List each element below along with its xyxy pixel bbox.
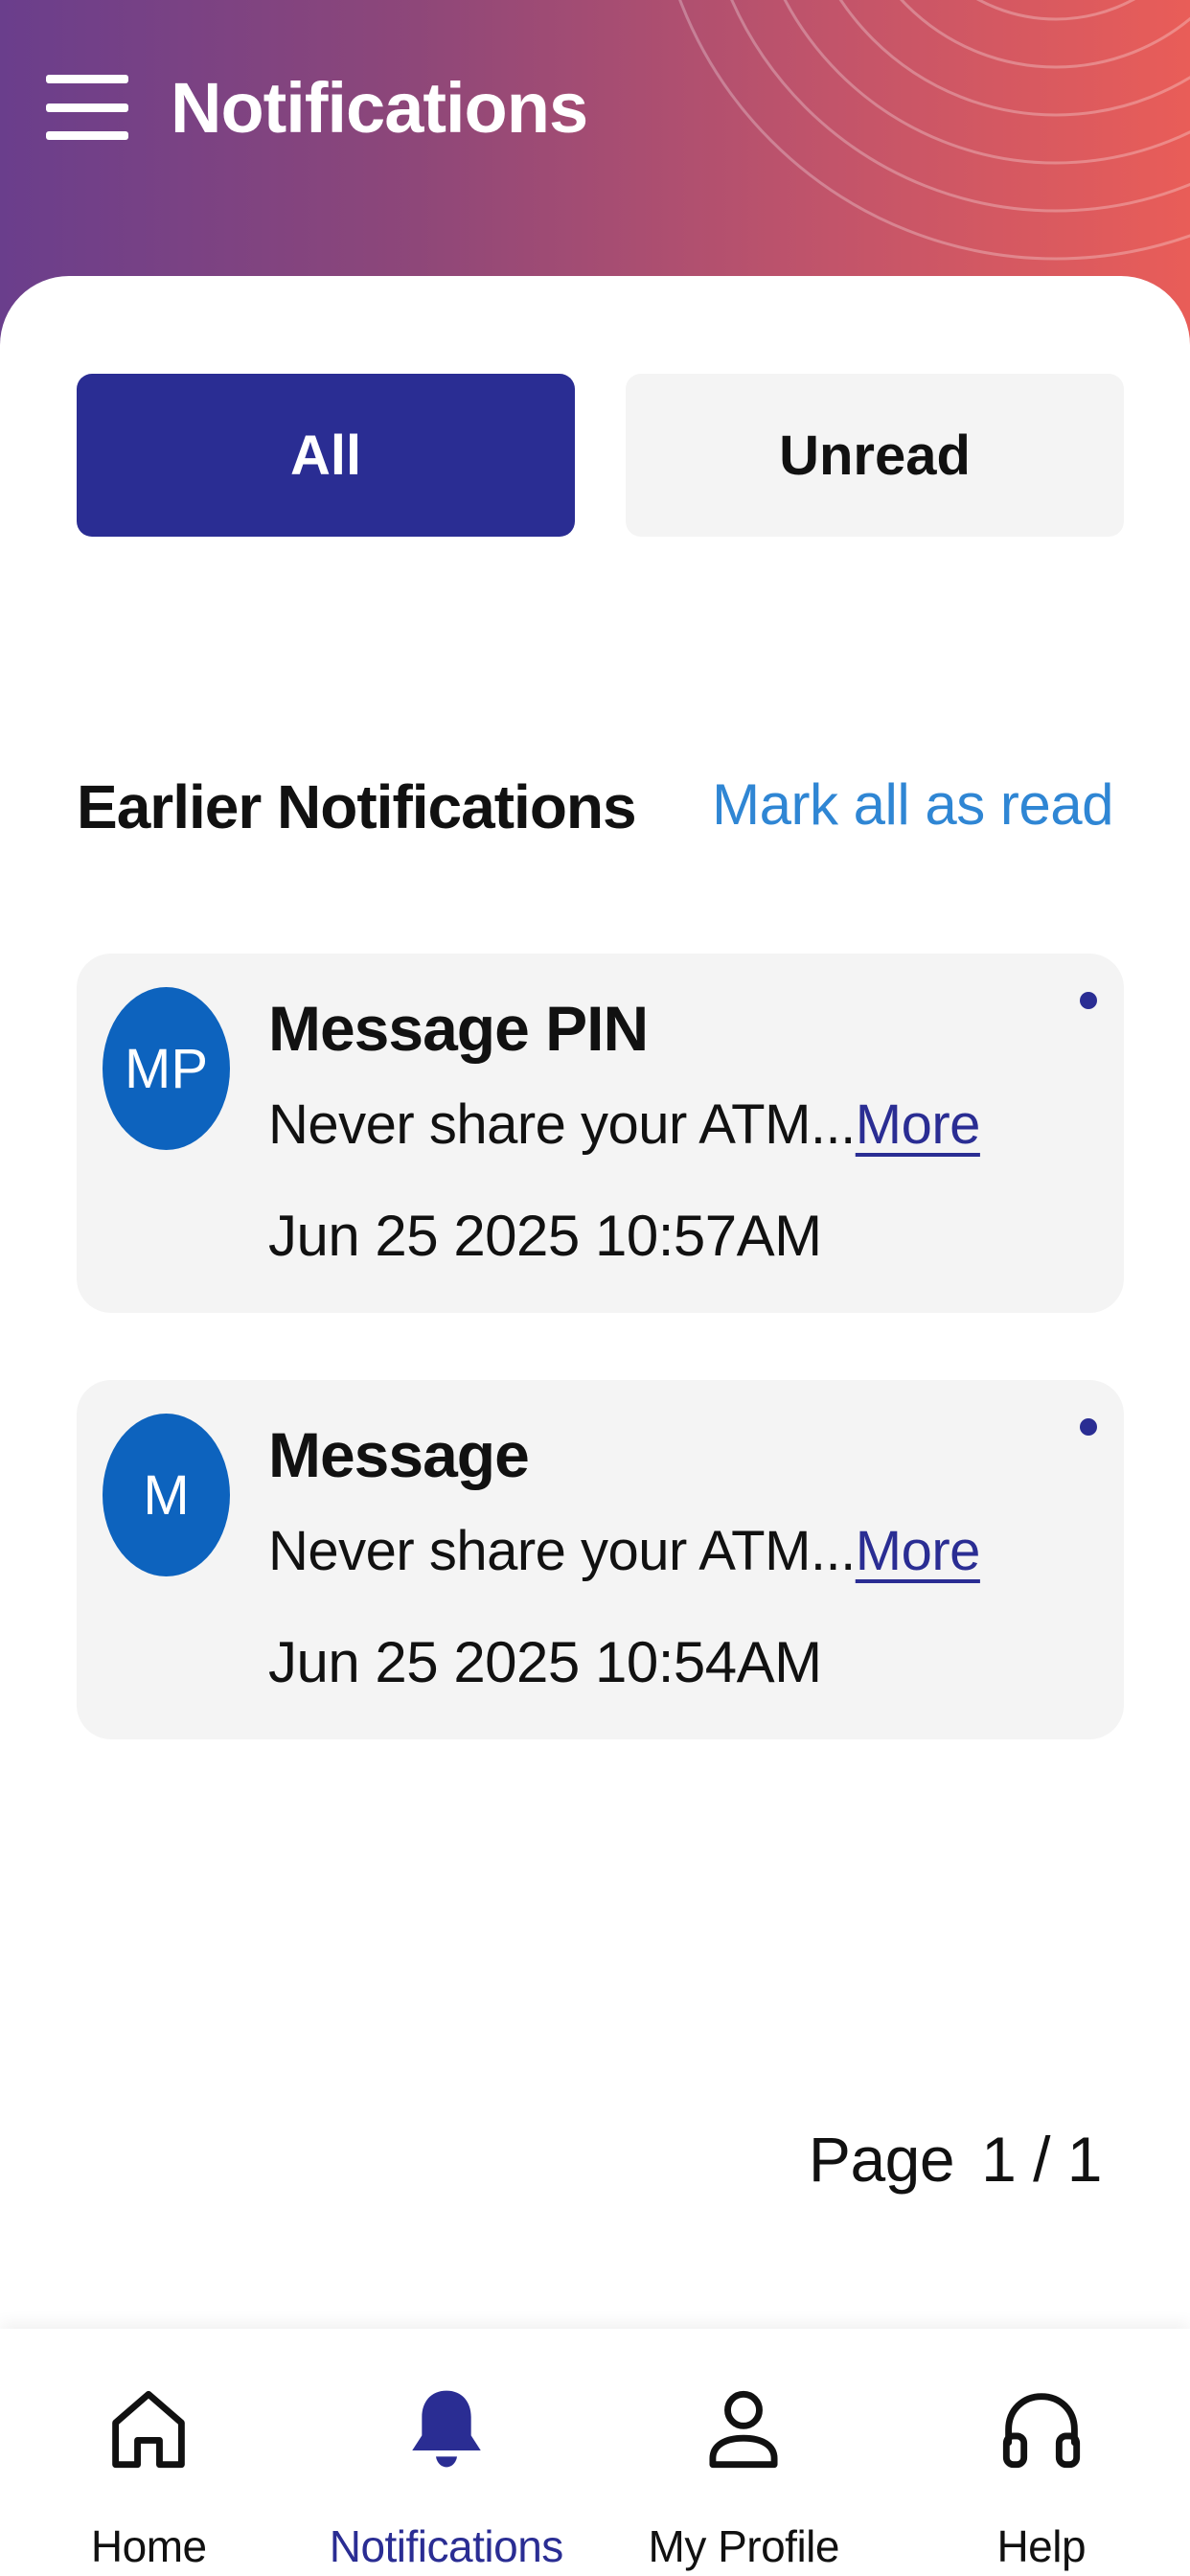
notification-title: Message — [268, 1419, 530, 1490]
notification-preview-text: Never share your ATM... — [268, 1520, 856, 1582]
unread-dot-icon — [1080, 992, 1097, 1009]
nav-item-notifications[interactable]: Notifications — [298, 2329, 596, 2576]
notification-preview: Never share your ATM...More — [268, 1092, 980, 1157]
nav-item-help[interactable]: Help — [893, 2329, 1190, 2576]
more-link[interactable]: More — [856, 1093, 981, 1156]
headphones-icon — [1002, 2393, 1080, 2469]
user-icon — [709, 2390, 778, 2469]
pagination-value: 1 / 1 — [981, 2124, 1102, 2195]
notification-date: Jun 25 2025 10:57AM — [268, 1204, 822, 1268]
section-title: Earlier Notifications — [77, 772, 637, 841]
hamburger-menu-icon[interactable] — [46, 75, 128, 140]
nav-label: Notifications — [329, 2521, 564, 2571]
nav-label: Home — [90, 2521, 207, 2571]
avatar: M — [103, 1414, 230, 1576]
nav-item-my-profile[interactable]: My Profile — [595, 2329, 893, 2576]
avatar: MP — [103, 987, 230, 1150]
nav-item-home[interactable]: Home — [0, 2329, 298, 2576]
nav-label: My Profile — [648, 2521, 840, 2571]
notification-title: Message PIN — [268, 993, 649, 1064]
bell-icon — [412, 2390, 481, 2468]
notification-date: Jun 25 2025 10:54AM — [268, 1630, 822, 1694]
menu-bar — [46, 131, 128, 140]
notification-preview-text: Never share your ATM... — [268, 1093, 856, 1156]
pagination-label: Page — [808, 2124, 955, 2195]
more-link[interactable]: More — [856, 1520, 981, 1582]
menu-bar — [46, 75, 128, 83]
notification-card[interactable]: M Message Never share your ATM...More Ju… — [77, 1380, 1124, 1739]
menu-bar — [46, 103, 128, 112]
tab-all[interactable]: All — [77, 374, 575, 537]
nav-label: Help — [996, 2521, 1087, 2571]
home-icon — [112, 2390, 186, 2469]
mark-all-as-read-link[interactable]: Mark all as read — [712, 771, 1113, 838]
notification-card[interactable]: MP Message PIN Never share your ATM...Mo… — [77, 954, 1124, 1313]
page-title: Notifications — [171, 68, 588, 148]
notification-preview: Never share your ATM...More — [268, 1519, 980, 1583]
pagination-indicator: Page 1 / 1 — [808, 2123, 1103, 2196]
unread-dot-icon — [1080, 1418, 1097, 1436]
bottom-nav: Home Notifications My Profile Help — [0, 2329, 1190, 2576]
tab-unread[interactable]: Unread — [626, 374, 1124, 537]
